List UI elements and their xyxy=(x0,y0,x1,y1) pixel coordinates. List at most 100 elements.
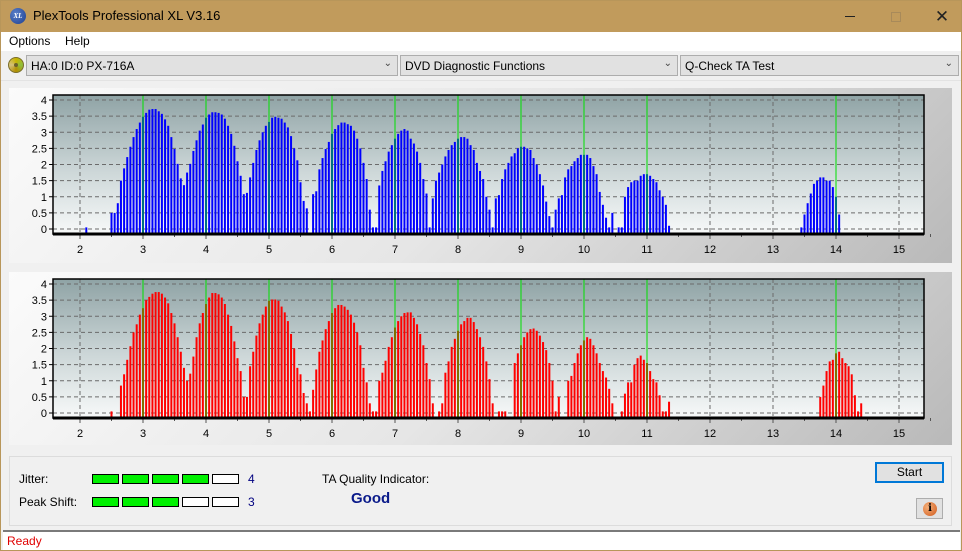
test-select[interactable]: Q-Check TA Test ⌄ xyxy=(680,55,959,76)
histogram-bar xyxy=(182,185,185,234)
histogram-bar xyxy=(397,133,400,234)
histogram-bar xyxy=(535,330,538,418)
histogram-bar xyxy=(485,361,488,418)
histogram-bar xyxy=(529,329,532,418)
x-tick-label: 9 xyxy=(518,244,524,256)
histogram-bar xyxy=(463,321,466,418)
histogram-bar xyxy=(828,180,831,234)
x-tick-label: 6 xyxy=(329,244,335,256)
histogram-bar xyxy=(560,195,563,234)
histogram-bar xyxy=(623,196,626,234)
maximize-button[interactable] xyxy=(873,1,919,32)
histogram-bar xyxy=(359,148,362,234)
histogram-bar xyxy=(290,136,293,234)
histogram-bar xyxy=(652,179,655,234)
app-window: XL PlexTools Professional XL V3.16 ✕ Opt… xyxy=(0,0,962,551)
x-tick-label: 4 xyxy=(203,428,209,440)
drive-select[interactable]: HA:0 ID:0 PX-716A ⌄ xyxy=(26,55,398,76)
histogram-bar xyxy=(545,201,548,234)
histogram-bar xyxy=(523,146,526,234)
x-tick-label: 11 xyxy=(641,244,652,256)
histogram-bar xyxy=(195,337,198,418)
histogram-bar xyxy=(838,351,841,418)
histogram-bar xyxy=(321,158,324,234)
histogram-bar xyxy=(293,348,296,418)
menu-options[interactable]: Options xyxy=(9,34,50,48)
histogram-bar xyxy=(497,195,500,234)
histogram-bar xyxy=(510,156,513,234)
histogram-bar xyxy=(198,323,201,418)
histogram-bar xyxy=(239,175,242,234)
histogram-bar xyxy=(397,321,400,418)
histogram-bar xyxy=(186,380,189,418)
histogram-bar xyxy=(208,297,211,418)
close-button[interactable]: ✕ xyxy=(919,1,962,32)
histogram-bar xyxy=(538,335,541,418)
histogram-bar xyxy=(491,403,494,418)
histogram-bar xyxy=(504,169,507,234)
histogram-bar xyxy=(277,300,280,418)
histogram-bar xyxy=(258,323,261,418)
histogram-bar xyxy=(576,158,579,234)
histogram-bar xyxy=(592,345,595,418)
histogram-bar xyxy=(419,333,422,418)
y-tick-label: 4 xyxy=(41,279,47,291)
histogram-bar xyxy=(828,361,831,418)
histogram-bar xyxy=(327,321,330,418)
x-tick-label: 10 xyxy=(578,428,590,440)
menu-help[interactable]: Help xyxy=(65,34,90,48)
histogram-bar xyxy=(841,358,844,418)
histogram-bar xyxy=(312,194,315,234)
histogram-bar xyxy=(274,116,277,234)
histogram-bar xyxy=(164,297,167,418)
histogram-bar xyxy=(176,163,179,234)
x-tick-label: 4 xyxy=(203,244,209,256)
histogram-bar xyxy=(633,180,636,234)
y-tick-label: 2.5 xyxy=(32,327,47,339)
peak-shift-label: Peak Shift: xyxy=(19,495,78,509)
histogram-bar xyxy=(589,158,592,234)
jitter-value: 4 xyxy=(248,472,255,486)
histogram-bar xyxy=(349,125,352,234)
histogram-bar xyxy=(809,193,812,234)
chevron-down-icon: ⌄ xyxy=(383,58,392,69)
meter-segment xyxy=(212,474,239,484)
histogram-bar xyxy=(305,403,308,418)
histogram-bar xyxy=(532,328,535,418)
histogram-bar xyxy=(573,161,576,234)
start-button[interactable]: Start xyxy=(875,462,944,483)
histogram-bar xyxy=(831,359,834,418)
histogram-bar xyxy=(825,371,828,418)
histogram-bar xyxy=(201,313,204,418)
histogram-bar xyxy=(312,389,315,418)
info-button[interactable]: i xyxy=(916,498,943,519)
histogram-bar xyxy=(412,317,415,418)
x-tick-label: 5 xyxy=(266,428,272,440)
histogram-bar xyxy=(290,333,293,418)
title-bar[interactable]: XL PlexTools Professional XL V3.16 ✕ xyxy=(1,1,961,32)
histogram-bar xyxy=(589,338,592,418)
histogram-bar xyxy=(453,141,456,234)
histogram-bar xyxy=(479,337,482,418)
histogram-bar xyxy=(469,317,472,418)
histogram-bar xyxy=(649,175,652,234)
histogram-bar xyxy=(642,359,645,418)
histogram-bar xyxy=(195,140,198,234)
histogram-bar xyxy=(271,117,274,234)
histogram-bar xyxy=(482,179,485,234)
histogram-bar xyxy=(494,198,497,234)
histogram-bar xyxy=(655,382,658,418)
histogram-bar xyxy=(346,309,349,418)
histogram-bar xyxy=(860,403,863,418)
histogram-bar xyxy=(293,148,296,234)
minimize-button[interactable] xyxy=(827,1,873,32)
histogram-bar xyxy=(819,177,822,234)
histogram-bar xyxy=(173,149,176,234)
histogram-bar xyxy=(431,403,434,418)
function-select[interactable]: DVD Diagnostic Functions ⌄ xyxy=(400,55,678,76)
histogram-bar xyxy=(463,137,466,234)
histogram-bar xyxy=(305,208,308,234)
x-tick-label: 2 xyxy=(77,244,83,256)
histogram-bar xyxy=(245,396,248,418)
histogram-bar xyxy=(236,161,239,234)
